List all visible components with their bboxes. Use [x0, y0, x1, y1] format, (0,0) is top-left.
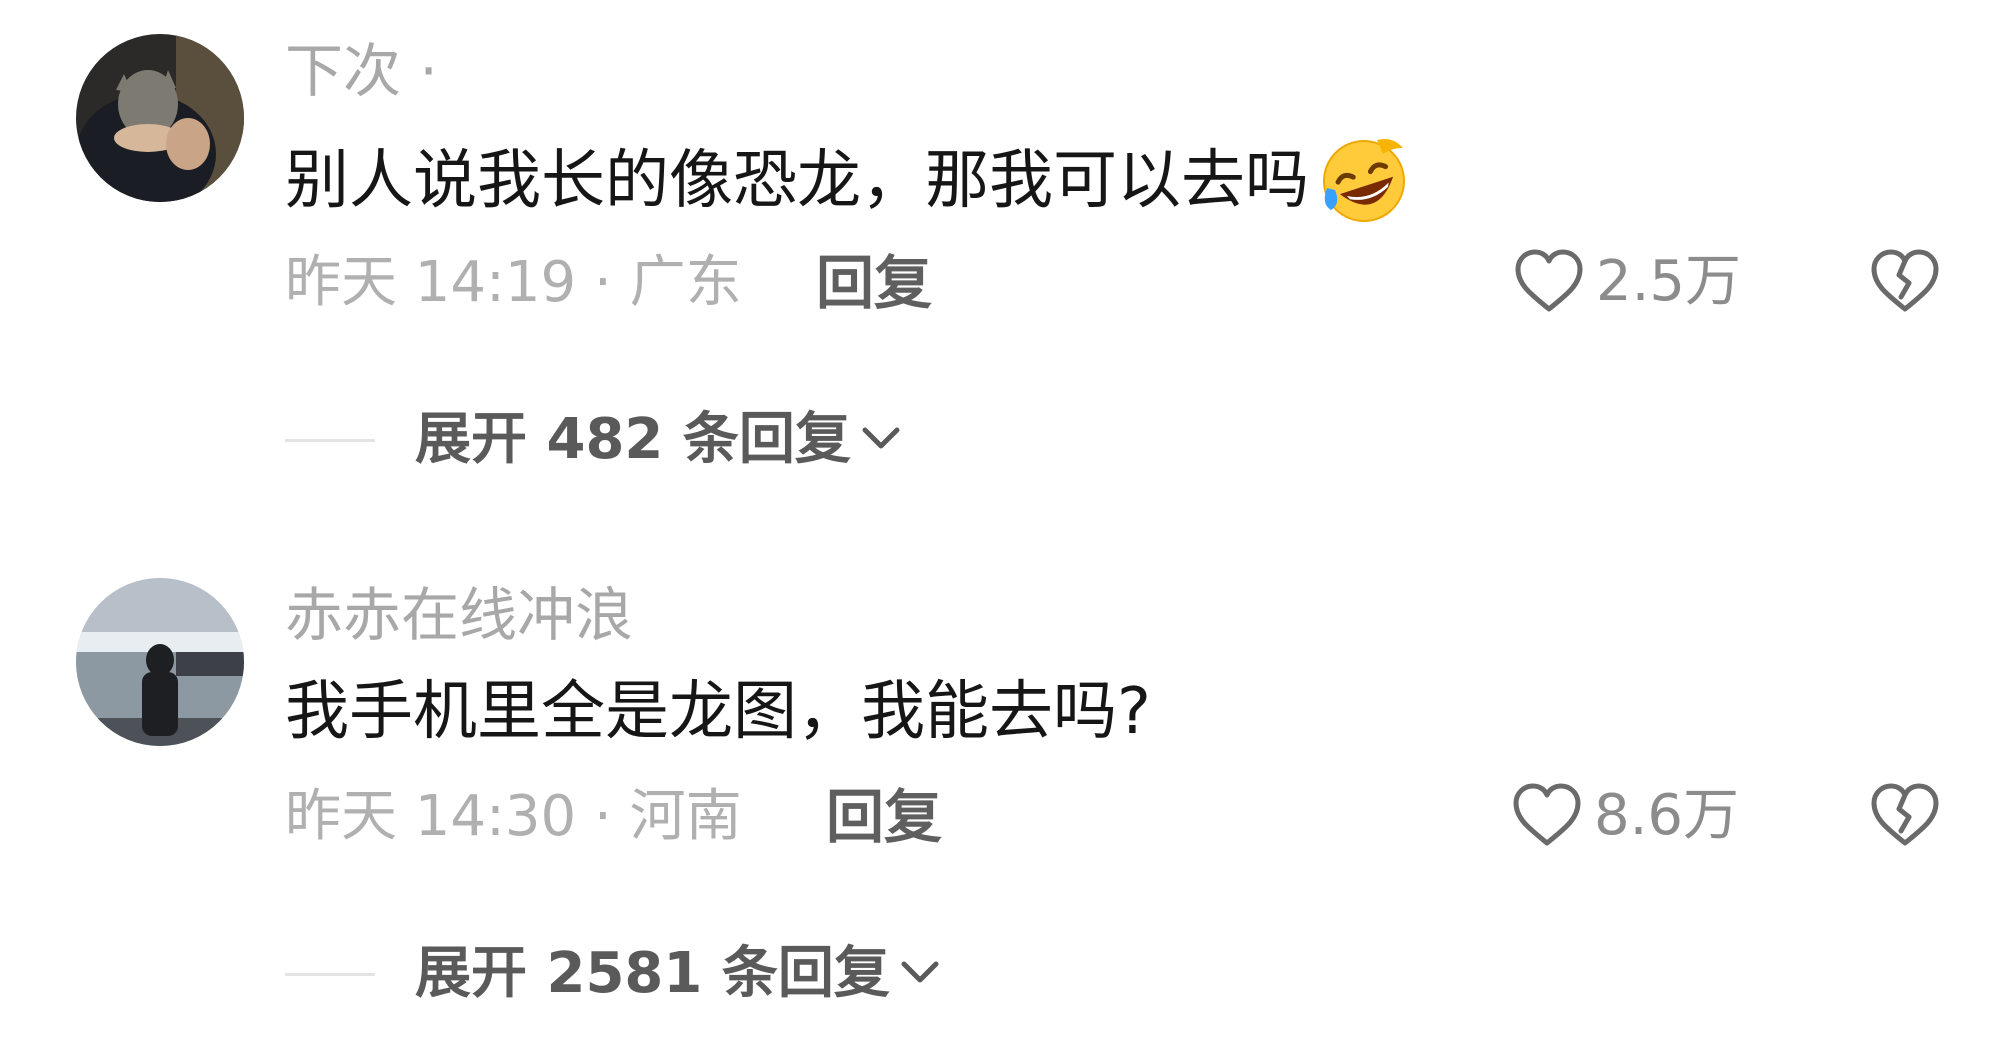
- reply-button[interactable]: 回复: [816, 250, 932, 316]
- heart-icon: [1512, 245, 1586, 319]
- dislike-button[interactable]: [1868, 245, 1942, 319]
- comment-text: 我手机里全是龙图，我能去吗?: [285, 674, 1151, 750]
- chevron-down-icon: [857, 414, 905, 466]
- like-count: 2.5万: [1596, 249, 1742, 314]
- chevron-down-icon: [896, 948, 944, 1000]
- avatar[interactable]: [76, 578, 244, 746]
- like-button[interactable]: 8.6万: [1510, 779, 1739, 853]
- expand-replies-label: 展开 482 条回复: [415, 407, 851, 472]
- username[interactable]: 赤赤在线冲浪: [285, 582, 633, 648]
- heart-icon: [1510, 779, 1584, 853]
- broken-heart-icon: [1868, 779, 1942, 853]
- broken-heart-icon: [1868, 245, 1942, 319]
- comment-text-body: 别人说我长的像恐龙，那我可以去吗: [285, 144, 1309, 218]
- expand-replies-button[interactable]: 展开 2581 条回复: [285, 941, 944, 1007]
- expand-replies-label: 展开 2581 条回复: [415, 941, 890, 1006]
- comment-meta: 昨天 14:19 · 广东: [285, 250, 742, 315]
- comment-text-body: 我手机里全是龙图，我能去吗?: [285, 675, 1151, 749]
- username[interactable]: 下次 ·: [285, 38, 438, 104]
- rofl-emoji-icon: [1317, 134, 1411, 228]
- comment-text: 别人说我长的像恐龙，那我可以去吗: [285, 134, 1411, 228]
- divider: [285, 972, 375, 976]
- divider: [285, 438, 375, 442]
- like-button[interactable]: 2.5万: [1512, 245, 1741, 319]
- comment-meta: 昨天 14:30 · 河南: [285, 784, 742, 849]
- dislike-button[interactable]: [1868, 779, 1942, 853]
- expand-replies-button[interactable]: 展开 482 条回复: [285, 407, 905, 473]
- like-count: 8.6万: [1594, 783, 1740, 848]
- avatar[interactable]: [76, 34, 244, 202]
- reply-button[interactable]: 回复: [826, 784, 942, 850]
